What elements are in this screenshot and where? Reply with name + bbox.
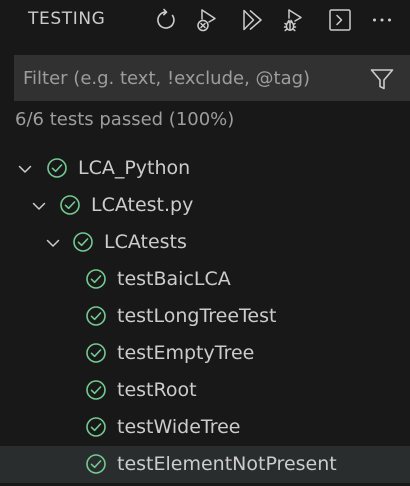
tree-item-test[interactable]: testWideTree: [0, 409, 410, 446]
debug-tests-button[interactable]: [278, 4, 310, 36]
show-output-button[interactable]: [324, 4, 356, 36]
testing-panel: TESTING Filter (e.g. text, !exclude, @ta…: [0, 0, 410, 486]
tree-item-label: LCA_Python: [78, 157, 191, 179]
passed-check-icon: [60, 195, 80, 215]
run-all-tests-icon: [243, 9, 262, 31]
passed-check-icon: [86, 269, 106, 289]
tree-item-root[interactable]: LCA_Python: [0, 150, 410, 187]
passed-check-icon: [86, 417, 106, 437]
tree-item-test[interactable]: testBaicLCA: [0, 261, 410, 298]
tree-item-label: LCAtest.py: [91, 194, 194, 216]
panel-title: TESTING: [28, 9, 106, 29]
run-all-tests-button[interactable]: [236, 4, 268, 36]
test-tree: LCA_Python LCAtest.py LCAtests testBaicL…: [0, 150, 410, 483]
tree-item-label: testWideTree: [117, 416, 241, 438]
tree-item-test[interactable]: testEmptyTree: [0, 335, 410, 372]
passed-check-icon: [86, 454, 106, 474]
passed-check-icon: [86, 306, 106, 326]
tree-item-test[interactable]: testLongTreeTest: [0, 298, 410, 335]
show-output-icon: [329, 9, 351, 31]
panel-header: TESTING: [0, 0, 410, 40]
tree-item-test[interactable]: testRoot: [0, 372, 410, 409]
tree-item-file[interactable]: LCAtest.py: [0, 187, 410, 224]
tree-item-label: testRoot: [117, 379, 197, 401]
clear-results-button[interactable]: [192, 4, 224, 36]
filter-input[interactable]: [14, 55, 364, 101]
passed-check-icon: [73, 232, 93, 252]
tree-item-label: testBaicLCA: [117, 268, 231, 290]
tree-item-label: testEmptyTree: [117, 342, 255, 364]
filter-box: [14, 55, 410, 101]
refresh-tests-icon: [157, 8, 175, 29]
tree-item-label: testLongTreeTest: [117, 305, 277, 327]
clear-results-icon: [197, 9, 216, 32]
tree-item-test[interactable]: testElementNotPresent: [0, 446, 410, 483]
tree-item-label: testElementNotPresent: [117, 453, 337, 475]
tree-item-label: LCAtests: [104, 231, 187, 253]
chevron-down-icon[interactable]: [45, 235, 61, 251]
passed-check-icon: [86, 380, 106, 400]
refresh-tests-button[interactable]: [150, 4, 182, 36]
tree-item-suite[interactable]: LCAtests: [0, 224, 410, 261]
more-actions-button[interactable]: [366, 4, 398, 36]
debug-tests-icon: [283, 9, 302, 32]
test-results-summary: 6/6 tests passed (100%): [15, 109, 235, 130]
more-actions-icon: [373, 18, 391, 22]
passed-check-icon: [47, 158, 67, 178]
chevron-down-icon[interactable]: [17, 161, 33, 177]
passed-check-icon: [86, 343, 106, 363]
chevron-down-icon[interactable]: [31, 198, 47, 214]
filter-funnel-icon[interactable]: [369, 66, 395, 92]
